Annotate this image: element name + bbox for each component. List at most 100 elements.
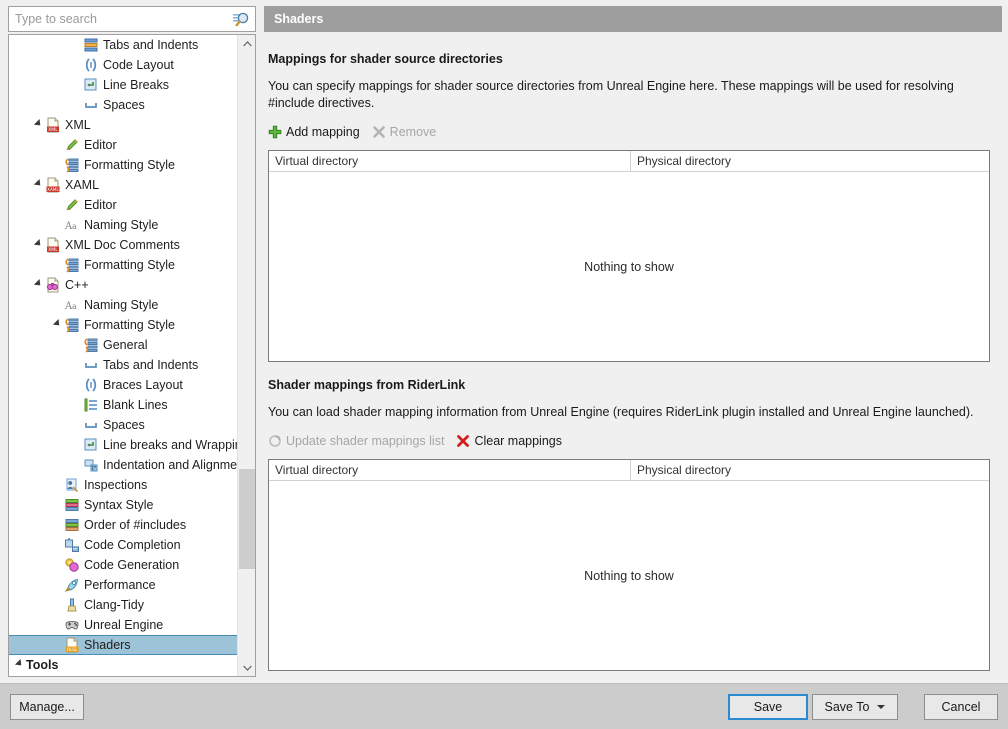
sidebar-item-label: Tabs and Indents <box>103 38 199 52</box>
spaces-icon <box>83 357 99 373</box>
tree-scrollbar[interactable] <box>237 35 255 676</box>
svg-text:a: a <box>72 222 77 231</box>
chevron-expanded-icon[interactable] <box>51 318 64 329</box>
sidebar-item-shaders[interactable]: HLSL Shaders <box>9 635 237 655</box>
sidebar-item-label: Tabs and Indents <box>103 358 199 372</box>
sidebar-item-xml[interactable]: XML XML <box>9 115 237 135</box>
x-gray-icon <box>372 125 386 139</box>
save-to-button[interactable]: Save To <box>812 694 898 720</box>
code-layout-icon <box>83 377 99 393</box>
sidebar-item-inspections[interactable]: Inspections <box>9 475 237 495</box>
clear-mappings-button[interactable]: Clear mappings <box>456 434 562 448</box>
pencil-icon <box>64 197 80 213</box>
generation-icon <box>64 557 80 573</box>
sidebar-item-naming-style[interactable]: Aa Naming Style <box>9 295 237 315</box>
hlsl-file-icon: HLSL <box>64 637 80 653</box>
section-title: Shader mappings from RiderLink <box>268 378 466 392</box>
section-title: Mappings for shader source directories <box>268 52 503 66</box>
sidebar-item-label: XML <box>65 118 91 132</box>
sidebar-item-line-breaks[interactable]: Line Breaks <box>9 75 237 95</box>
triangle-glyph <box>33 178 44 189</box>
sidebar-item-c[interactable]: C++ <box>9 275 237 295</box>
chevron-expanded-icon[interactable] <box>13 658 26 669</box>
includes-icon <box>64 517 80 533</box>
sidebar-item-label: XML Doc Comments <box>65 238 180 252</box>
formatting-icon <box>64 317 80 333</box>
sidebar-item-naming-style[interactable]: Aa Naming Style <box>9 215 237 235</box>
column-header[interactable]: Physical directory <box>631 460 989 480</box>
sidebar-item-spaces[interactable]: Spaces <box>9 95 237 115</box>
mappings-table[interactable]: Virtual directory Physical directory Nothi… <box>268 150 990 362</box>
sidebar-item-label: Formatting Style <box>84 158 176 172</box>
sidebar-item-performance[interactable]: Performance <box>9 575 237 595</box>
remove-button: Remove <box>372 125 436 139</box>
sidebar-item-label: Formatting Style <box>84 318 176 332</box>
sidebar-item-label: Spaces <box>103 418 145 432</box>
sidebar-item-general[interactable]: General <box>9 335 237 355</box>
scrollbar-thumb[interactable] <box>239 469 255 569</box>
search-icon[interactable] <box>232 11 250 29</box>
sidebar-item-code-completion[interactable]: Code Completion <box>9 535 237 555</box>
sidebar-item-label: Editor <box>84 198 117 212</box>
triangle-glyph <box>14 658 25 669</box>
chevron-expanded-icon[interactable] <box>32 238 45 249</box>
xaml-file-icon: XAML <box>45 177 61 193</box>
chevron-expanded-icon[interactable] <box>32 278 45 289</box>
sidebar-item-tabs-and-indents[interactable]: Tabs and Indents <box>9 355 237 375</box>
sidebar-item-label: Code Layout <box>103 58 174 72</box>
sidebar-item-xml-doc-comments[interactable]: XML XML Doc Comments <box>9 235 237 255</box>
sidebar-item-label: Code Completion <box>84 538 181 552</box>
column-header[interactable]: Virtual directory <box>269 460 631 480</box>
chevron-expanded-icon[interactable] <box>32 178 45 189</box>
rocket-icon <box>64 577 80 593</box>
sidebar-item-label: Blank Lines <box>103 398 168 412</box>
search-box[interactable] <box>8 6 256 32</box>
sidebar-item-formatting-style[interactable]: Formatting Style <box>9 315 237 335</box>
spaces-icon <box>83 417 99 433</box>
cancel-button[interactable]: Cancel <box>924 694 998 720</box>
sidebar-item-xaml[interactable]: XAML XAML <box>9 175 237 195</box>
sidebar-item-blank-lines[interactable]: Blank Lines <box>9 395 237 415</box>
search-input[interactable] <box>9 8 221 30</box>
update-shader-mappings-list-button: Update shader mappings list <box>268 434 444 448</box>
sidebar-item-label: Clang-Tidy <box>84 598 144 612</box>
sidebar-item-tabs-and-indents[interactable]: Tabs and Indents <box>9 35 237 55</box>
triangle-glyph <box>52 318 63 329</box>
sidebar-item-label: Editor <box>84 138 117 152</box>
section-description: You can load shader mapping information … <box>268 405 974 419</box>
save-button[interactable]: Save <box>728 694 808 720</box>
sidebar-item-tools[interactable]: Tools <box>9 655 237 675</box>
chevron-expanded-icon[interactable] <box>32 118 45 129</box>
column-header[interactable]: Virtual directory <box>269 151 631 171</box>
sidebar-item-order-of-includes[interactable]: Order of #includes <box>9 515 237 535</box>
column-header[interactable]: Physical directory <box>631 151 989 171</box>
sidebar-item-label: Shaders <box>84 638 131 652</box>
sidebar-item-editor[interactable]: Editor <box>9 195 237 215</box>
sidebar-item-spaces[interactable]: Spaces <box>9 415 237 435</box>
sidebar-item-code-generation[interactable]: Code Generation <box>9 555 237 575</box>
section-description: You can specify mappings for shader sour… <box>268 79 954 110</box>
sidebar-item-editor[interactable]: Editor <box>9 135 237 155</box>
scroll-down-icon[interactable] <box>238 659 255 676</box>
sidebar-item-syntax-style[interactable]: Syntax Style <box>9 495 237 515</box>
code-layout-icon <box>83 57 99 73</box>
sidebar-item-clang-tidy[interactable]: Clang-Tidy <box>9 595 237 615</box>
sidebar-item-unreal-engine[interactable]: Unreal Engine <box>9 615 237 635</box>
syntax-style-icon <box>64 497 80 513</box>
manage-button[interactable]: Manage... <box>10 694 84 720</box>
sidebar-item-indentation-and-alignment[interactable]: Indentation and Alignment <box>9 455 237 475</box>
indentation-icon <box>83 457 99 473</box>
mappings-table[interactable]: Virtual directory Physical directory Nothi… <box>268 459 990 671</box>
toolbar-button-label: Clear mappings <box>474 434 562 448</box>
sidebar-item-formatting-style[interactable]: Formatting Style <box>9 255 237 275</box>
table-header-row: Virtual directory Physical directory <box>269 460 989 481</box>
sidebar-item-line-breaks-and-wrapping[interactable]: Line breaks and Wrapping <box>9 435 237 455</box>
sidebar-item-code-layout[interactable]: Code Layout <box>9 55 237 75</box>
add-mapping-button[interactable]: Add mapping <box>268 125 360 139</box>
sidebar-item-braces-layout[interactable]: Braces Layout <box>9 375 237 395</box>
sidebar-item-label: XAML <box>65 178 100 192</box>
options-dialog: Tabs and Indents Code Layout Line Breaks Sp… <box>0 0 1008 729</box>
scroll-up-icon[interactable] <box>238 35 255 52</box>
settings-tree[interactable]: Tabs and Indents Code Layout Line Breaks Sp… <box>8 34 256 677</box>
sidebar-item-formatting-style[interactable]: Formatting Style <box>9 155 237 175</box>
